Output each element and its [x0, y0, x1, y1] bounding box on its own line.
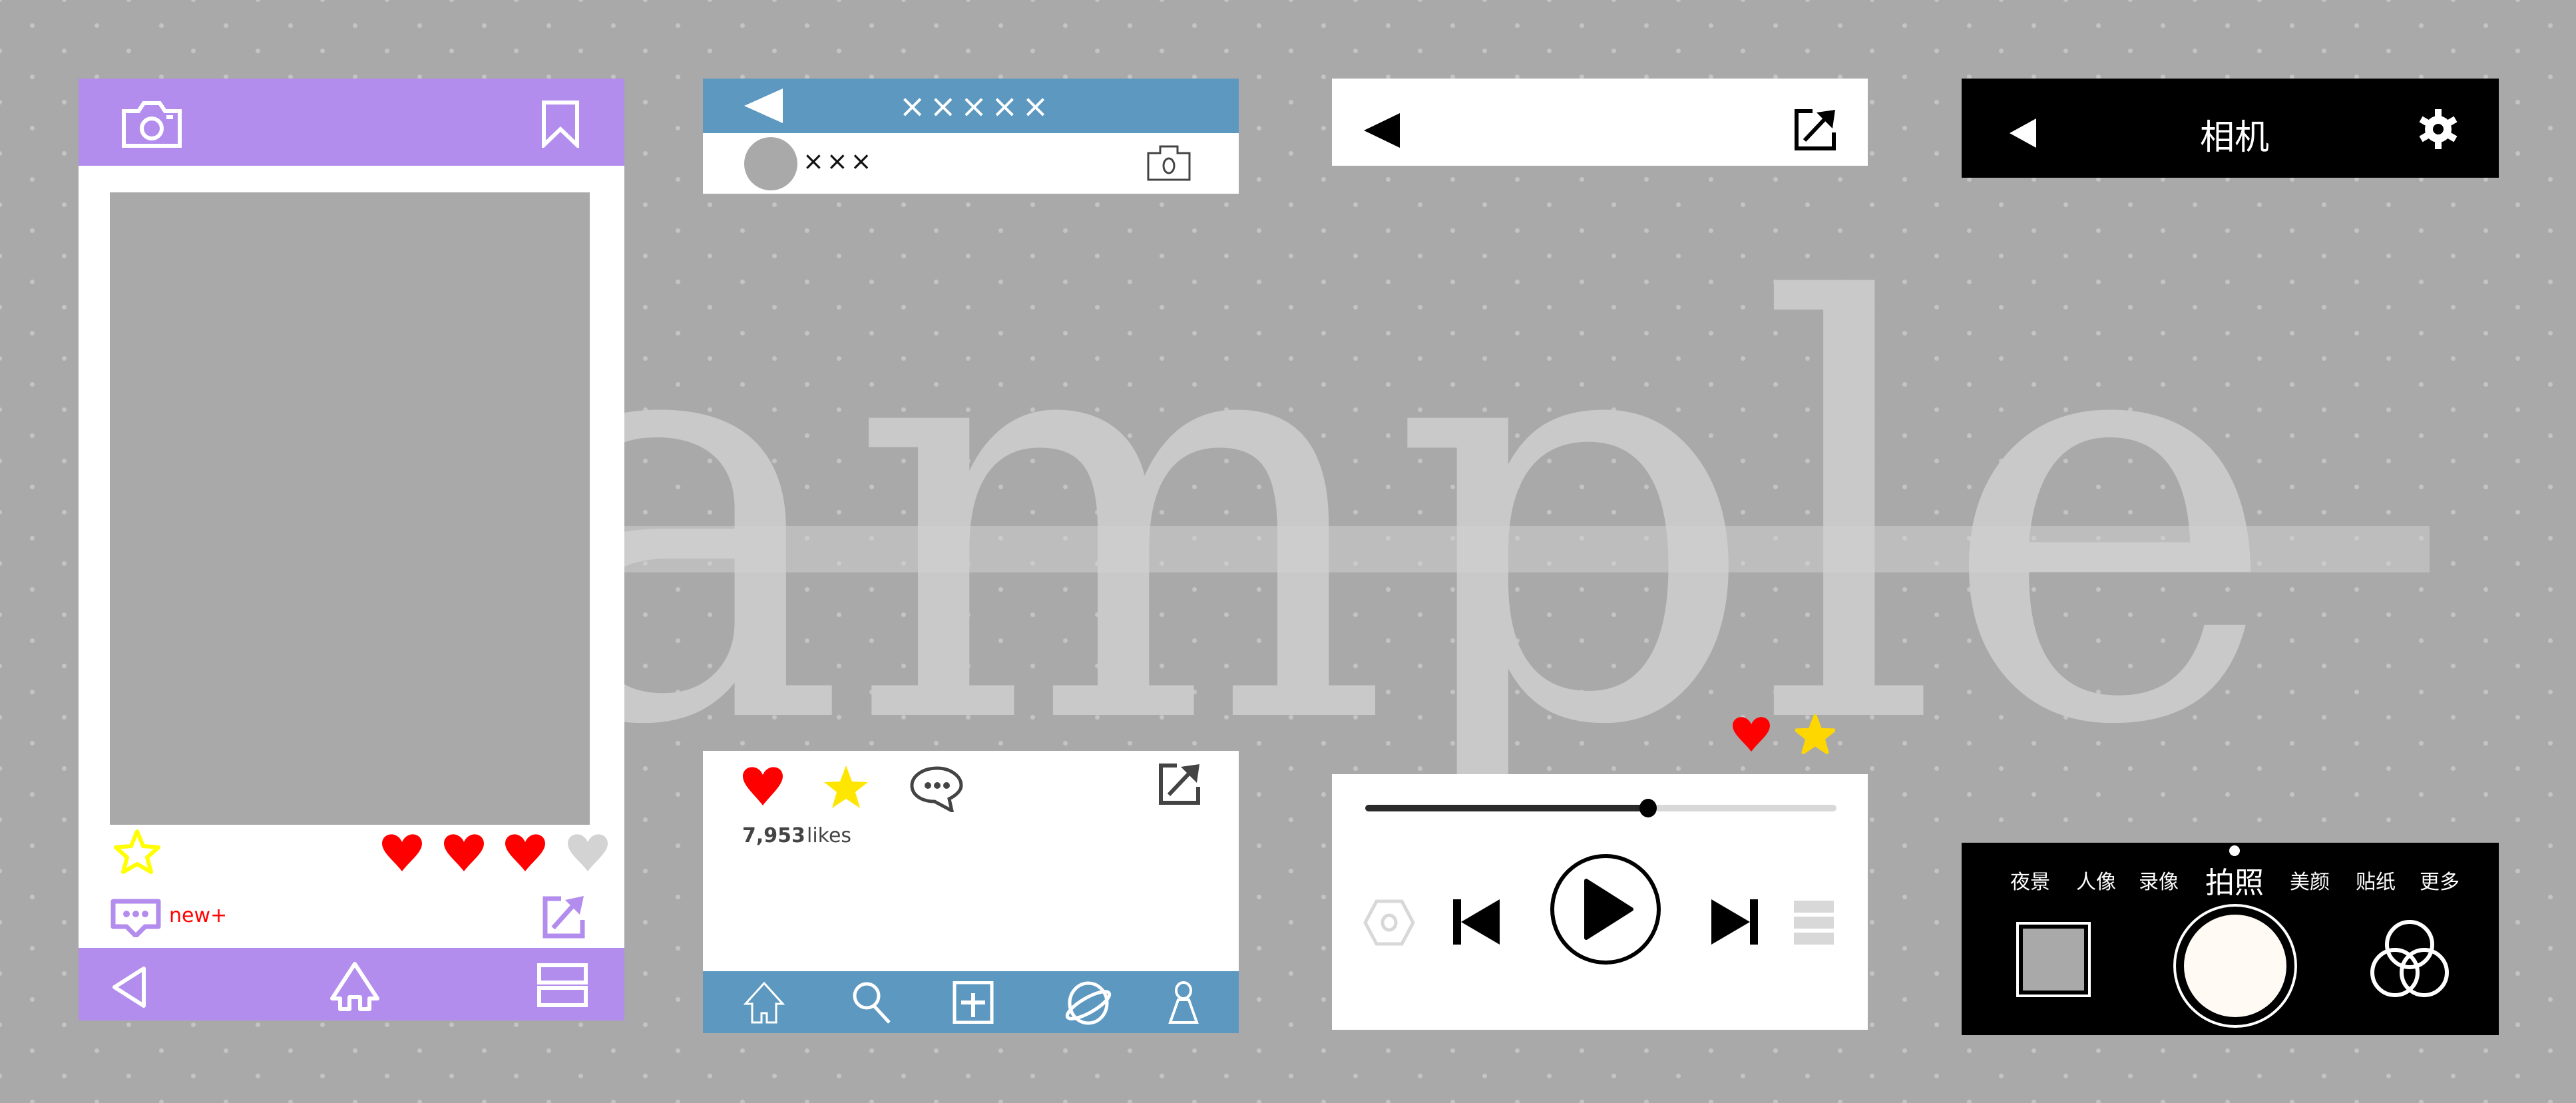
- avatar[interactable]: [744, 137, 797, 190]
- star-outline-icon[interactable]: [113, 829, 161, 874]
- heart-icon[interactable]: [1731, 716, 1771, 753]
- playlist-icon[interactable]: [1794, 901, 1834, 945]
- blue-tabbar: [703, 971, 1239, 1033]
- mode-tab-selected[interactable]: 拍照: [2195, 859, 2274, 901]
- comment-icon[interactable]: [110, 899, 161, 937]
- filters-icon[interactable]: [2370, 919, 2450, 999]
- selected-mode-indicator: [2229, 845, 2240, 856]
- blue-post-footer: 7,953 likes: [703, 751, 1239, 1033]
- progress-thumb[interactable]: [1639, 799, 1657, 817]
- progress-slider[interactable]: [1365, 799, 1836, 817]
- heart-filled-icon[interactable]: [378, 833, 426, 873]
- purple-post-frame: new+: [79, 79, 624, 1020]
- share-icon[interactable]: [541, 895, 586, 940]
- purple-navbar: [79, 948, 624, 1020]
- star-icon[interactable]: [1795, 714, 1835, 754]
- gallery-thumbnail[interactable]: [2016, 922, 2091, 997]
- blue-profile-header: ××××× ×××: [703, 79, 1239, 194]
- search-icon[interactable]: [851, 981, 893, 1024]
- purple-header: [79, 79, 624, 166]
- likes-count: 7,953: [742, 824, 805, 847]
- settings-hex-icon[interactable]: [1363, 899, 1415, 946]
- share-icon[interactable]: [1158, 763, 1201, 805]
- progress-fill: [1365, 805, 1648, 811]
- planet-explore-icon[interactable]: [1063, 981, 1114, 1025]
- camera-title: 相机: [2199, 118, 2269, 158]
- camera-controls: 夜景 人像 录像 拍照 美颜 贴纸 更多: [1962, 843, 2499, 1035]
- home-icon[interactable]: [328, 961, 381, 1012]
- blue-titlebar: ×××××: [703, 79, 1239, 133]
- back-arrow-icon[interactable]: [2010, 118, 2036, 148]
- bookmark-icon[interactable]: [540, 100, 580, 148]
- back-triangle-icon[interactable]: [110, 966, 148, 1008]
- comment-bubble-icon[interactable]: [909, 766, 965, 812]
- back-arrow-icon[interactable]: [744, 89, 784, 123]
- username: ×××: [803, 146, 875, 176]
- heart-empty-icon[interactable]: [564, 833, 612, 873]
- header-title: ×××××: [899, 88, 1053, 125]
- heart-filled-icon[interactable]: [501, 833, 549, 873]
- mode-tab[interactable]: 更多: [2400, 865, 2479, 895]
- likes-label: likes: [807, 824, 852, 847]
- camera-icon[interactable]: [120, 101, 184, 148]
- back-arrow-icon[interactable]: [1364, 113, 1400, 148]
- star-icon[interactable]: [823, 764, 869, 809]
- new-badge: new+: [169, 904, 228, 927]
- music-player: [1332, 774, 1868, 1030]
- shutter-button[interactable]: [2173, 904, 2297, 1028]
- previous-track-icon[interactable]: [1453, 899, 1500, 945]
- heart-filled-icon[interactable]: [440, 833, 488, 873]
- share-icon[interactable]: [1794, 109, 1836, 151]
- heart-icon[interactable]: [742, 766, 784, 808]
- camera-titlebar: 相机: [1962, 79, 2499, 178]
- camera-icon[interactable]: [1146, 144, 1191, 181]
- next-track-icon[interactable]: [1711, 899, 1758, 945]
- white-topbar: [1332, 79, 1868, 166]
- home-icon[interactable]: [743, 981, 785, 1024]
- menu-icon[interactable]: [537, 963, 588, 1007]
- play-button[interactable]: [1549, 853, 1662, 966]
- photo-area[interactable]: [110, 192, 590, 825]
- profile-icon[interactable]: [1165, 981, 1202, 1025]
- add-post-icon[interactable]: [952, 981, 994, 1024]
- mode-tab[interactable]: 录像: [2119, 865, 2199, 895]
- settings-gear-icon[interactable]: [2418, 109, 2458, 149]
